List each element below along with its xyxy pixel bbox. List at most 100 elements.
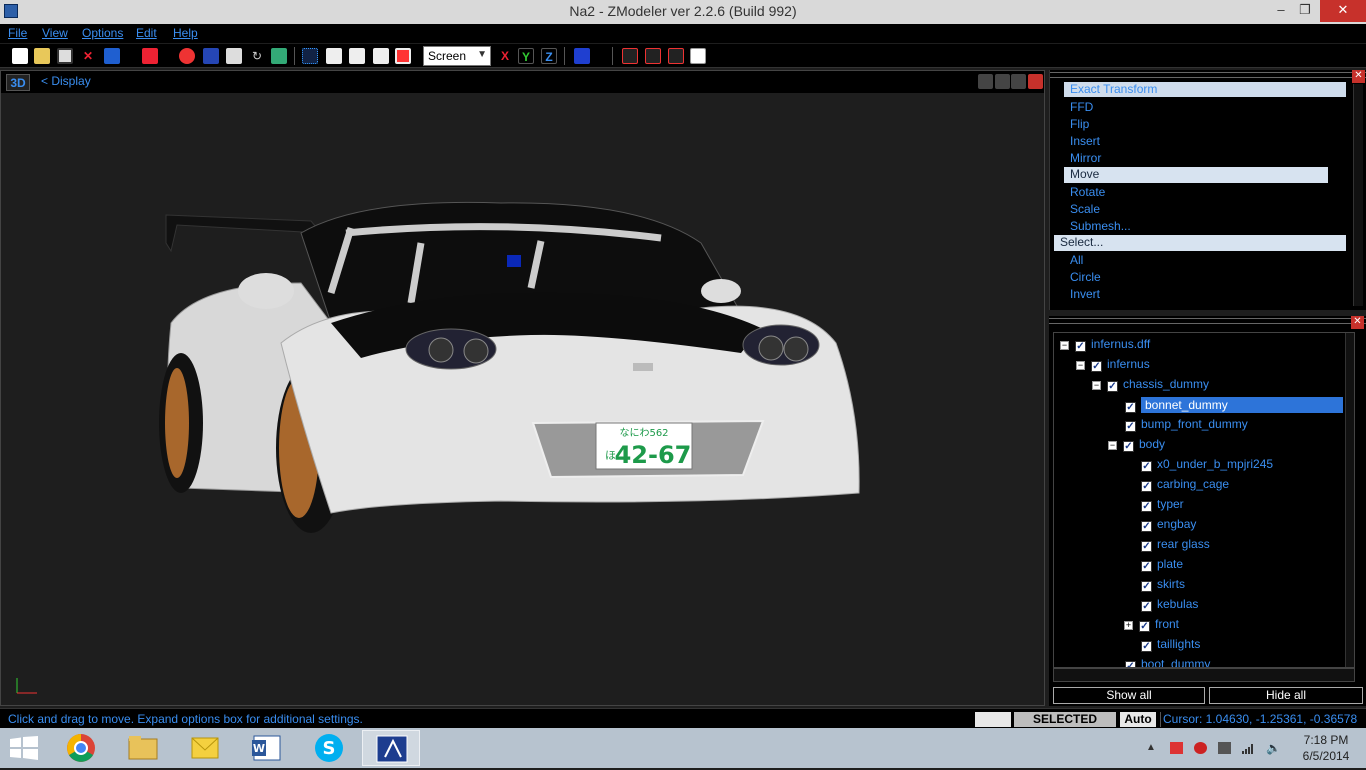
- visibility-checkbox[interactable]: ✓: [1141, 561, 1152, 572]
- tree-node[interactable]: ✓ bonnet_dummy: [1108, 397, 1346, 415]
- tree-node[interactable]: ✓ rear glass: [1124, 537, 1210, 555]
- collapse-icon[interactable]: −: [1076, 361, 1085, 370]
- clock[interactable]: 7:18 PM 6/5/2014: [1296, 732, 1356, 764]
- close-panel-icon[interactable]: ✕: [1351, 316, 1364, 329]
- op-ffd[interactable]: FFD: [1070, 100, 1093, 114]
- cube-icon[interactable]: [574, 48, 590, 64]
- select-group-icon[interactable]: [373, 48, 389, 64]
- collapse-icon[interactable]: −: [1060, 341, 1069, 350]
- pan-hand-icon[interactable]: [995, 74, 1010, 89]
- display-breadcrumb[interactable]: < Display: [41, 74, 91, 88]
- undo-icon[interactable]: [203, 48, 219, 64]
- select-header[interactable]: Select...: [1054, 235, 1346, 251]
- axis-z-toggle[interactable]: Z: [541, 48, 557, 64]
- tree-node[interactable]: − ✓ body: [1108, 437, 1165, 455]
- collapse-icon[interactable]: −: [1092, 381, 1101, 390]
- hide-all-button[interactable]: Hide all: [1209, 687, 1363, 704]
- close-button[interactable]: ✕: [1320, 0, 1366, 22]
- redo-icon[interactable]: ↻: [249, 48, 265, 64]
- tree-node[interactable]: − ✓ infernus.dff: [1060, 337, 1150, 355]
- visibility-checkbox[interactable]: ✓: [1125, 421, 1136, 432]
- antivirus-icon[interactable]: [1194, 742, 1207, 754]
- panel-grip[interactable]: [1049, 318, 1366, 324]
- menu-view[interactable]: View: [42, 26, 68, 40]
- exact-transform-header[interactable]: Exact Transform: [1064, 82, 1346, 97]
- render-icon[interactable]: [179, 48, 195, 64]
- collapse-icon[interactable]: −: [1108, 441, 1117, 450]
- taskbar-chrome-icon[interactable]: [52, 730, 110, 766]
- tree-horizontal-scrollbar[interactable]: [1053, 668, 1355, 682]
- visibility-checkbox[interactable]: ✓: [1075, 341, 1086, 352]
- select-invert[interactable]: Invert: [1070, 287, 1100, 301]
- export-icon[interactable]: [142, 48, 158, 64]
- show-all-button[interactable]: Show all: [1053, 687, 1205, 704]
- selection-lock-icon[interactable]: [395, 48, 411, 64]
- visibility-checkbox[interactable]: ✓: [1141, 641, 1152, 652]
- graph-icon[interactable]: [690, 48, 706, 64]
- op-mirror[interactable]: Mirror: [1070, 151, 1101, 165]
- taskbar-word-icon[interactable]: W: [238, 730, 296, 766]
- menu-edit[interactable]: Edit: [136, 26, 157, 40]
- save-icon[interactable]: [57, 48, 73, 64]
- panel-grip[interactable]: [1050, 72, 1366, 78]
- expand-icon[interactable]: +: [1124, 621, 1133, 630]
- select-object-icon[interactable]: [349, 48, 365, 64]
- visibility-checkbox[interactable]: ✓: [1125, 402, 1136, 413]
- tree-node[interactable]: ✓ skirts: [1124, 577, 1185, 595]
- visibility-checkbox[interactable]: ✓: [1141, 461, 1152, 472]
- visibility-checkbox[interactable]: ✓: [1107, 381, 1118, 392]
- open-folder-icon[interactable]: [34, 48, 50, 64]
- link-icon[interactable]: [622, 48, 638, 64]
- grid-icon[interactable]: [271, 48, 287, 64]
- tree-node[interactable]: ✓ carbing_cage: [1124, 477, 1229, 495]
- close-panel-icon[interactable]: ✕: [1352, 70, 1365, 83]
- pointer-icon[interactable]: [668, 48, 684, 64]
- axis-y-toggle[interactable]: Y: [518, 48, 534, 64]
- maximize-viewport-icon[interactable]: [1028, 74, 1043, 89]
- op-insert[interactable]: Insert: [1070, 134, 1100, 148]
- tree-node[interactable]: ✓ engbay: [1124, 517, 1196, 535]
- axis-x-toggle[interactable]: X: [497, 48, 513, 64]
- operations-scrollbar[interactable]: [1353, 84, 1363, 306]
- 3d-viewport[interactable]: 3D < Display なにわ562 ほ 42-67: [0, 70, 1045, 706]
- viewport-mode-button[interactable]: 3D: [6, 74, 30, 91]
- select-vertex-icon[interactable]: [302, 48, 318, 64]
- op-submesh[interactable]: Submesh...: [1070, 219, 1131, 233]
- select-circle[interactable]: Circle: [1070, 270, 1101, 284]
- visibility-checkbox[interactable]: ✓: [1091, 361, 1102, 372]
- op-rotate[interactable]: Rotate: [1070, 185, 1105, 199]
- taskbar-file-explorer-icon[interactable]: [114, 730, 172, 766]
- visibility-checkbox[interactable]: ✓: [1141, 581, 1152, 592]
- network-icon[interactable]: [1242, 742, 1255, 754]
- visibility-checkbox[interactable]: ✓: [1141, 501, 1152, 512]
- tree-node[interactable]: + ✓ front: [1124, 617, 1179, 635]
- visibility-checkbox[interactable]: ✓: [1123, 441, 1134, 452]
- tree-node[interactable]: ✓ typer: [1124, 497, 1184, 515]
- op-move[interactable]: Move: [1064, 167, 1328, 183]
- menu-options[interactable]: Options: [82, 26, 123, 40]
- document-icon[interactable]: [226, 48, 242, 64]
- select-face-icon[interactable]: [326, 48, 342, 64]
- tree-node[interactable]: ✓ bump_front_dummy: [1108, 417, 1248, 435]
- op-flip[interactable]: Flip: [1070, 117, 1089, 131]
- visibility-checkbox[interactable]: ✓: [1125, 661, 1136, 667]
- taskbar-outlook-icon[interactable]: [176, 730, 234, 766]
- tree-node[interactable]: − ✓ infernus: [1076, 357, 1150, 375]
- new-file-icon[interactable]: [12, 48, 28, 64]
- tree-node[interactable]: ✓ kebulas: [1124, 597, 1198, 615]
- tree-node[interactable]: ✓ boot_dummy: [1108, 657, 1210, 667]
- scene-tree[interactable]: − ✓ infernus.dff − ✓ infernus − ✓ chassis_dummy ✓…: [1053, 332, 1355, 668]
- visibility-checkbox[interactable]: ✓: [1141, 481, 1152, 492]
- battery-icon[interactable]: [1218, 742, 1231, 754]
- delete-icon[interactable]: ✕: [80, 48, 96, 64]
- restore-button[interactable]: ❐: [1290, 0, 1320, 22]
- visibility-checkbox[interactable]: ✓: [1139, 621, 1150, 632]
- menu-file[interactable]: File: [8, 26, 27, 40]
- tree-node[interactable]: ✓ plate: [1124, 557, 1183, 575]
- menu-help[interactable]: Help: [173, 26, 198, 40]
- rotate-view-icon[interactable]: [1011, 74, 1026, 89]
- tree-node[interactable]: ✓ taillights: [1124, 637, 1200, 655]
- start-windows-icon[interactable]: [10, 736, 38, 760]
- flag-icon[interactable]: [1170, 742, 1183, 754]
- selection-mode-indicator[interactable]: SELECTED MODE: [1014, 712, 1116, 741]
